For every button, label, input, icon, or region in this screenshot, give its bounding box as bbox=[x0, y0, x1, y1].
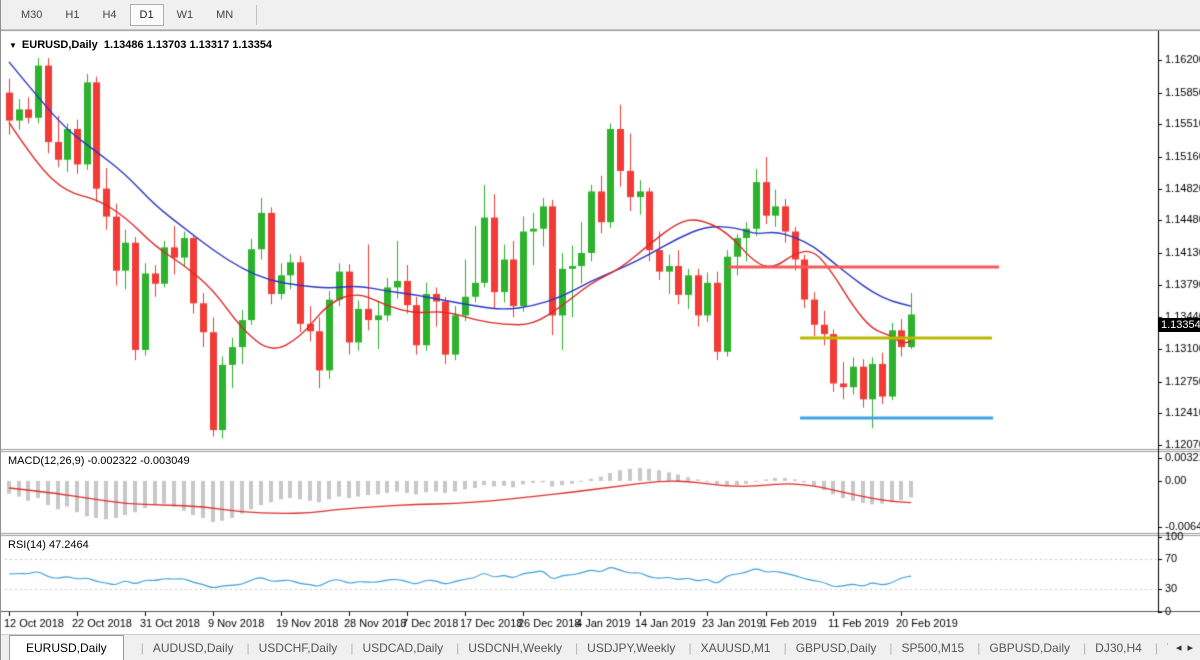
price-chart-canvas[interactable] bbox=[1, 30, 1200, 634]
chart-tab-label: SP500,M15 bbox=[902, 641, 965, 655]
chart-tab-label: USDCNH,Weekly bbox=[468, 641, 562, 655]
chart-tab[interactable]: USDJPY,Weekly bbox=[564, 637, 677, 659]
chart-tab-label: AUDUSD,Daily bbox=[153, 641, 234, 655]
chart-tab-bar: EURUSD,Daily AUDUSD,Daily USDCHF,Daily USDC… bbox=[1, 634, 1200, 660]
chart-tab[interactable]: DJ30,H4 bbox=[1072, 637, 1144, 659]
chart-tabs: EURUSD,Daily AUDUSD,Daily USDCHF,Daily USDC… bbox=[9, 635, 1168, 660]
chart-tab[interactable]: GBPUSD,Daily bbox=[966, 637, 1072, 659]
timeframe-button[interactable]: M30 bbox=[11, 4, 52, 26]
chart-tab-label: USDCAD,Daily bbox=[362, 641, 443, 655]
chart-tab[interactable]: XAUUSD,M1 bbox=[677, 637, 772, 659]
toolbar-separator bbox=[256, 5, 257, 25]
chart-tab[interactable]: USDCNH,Weekly bbox=[445, 637, 564, 659]
tab-scroll-right-icon[interactable]: ▸ bbox=[1187, 641, 1193, 654]
chart-tab-label: GBPUSD,Daily bbox=[989, 641, 1070, 655]
timeframe-button[interactable]: MN bbox=[206, 4, 243, 26]
chart-tab[interactable]: AUDUSD,Daily bbox=[130, 637, 236, 659]
timeframe-button[interactable]: D1 bbox=[130, 4, 164, 26]
chart-tab-label: USDCHF,Daily bbox=[259, 641, 338, 655]
timeframe-button[interactable]: H1 bbox=[55, 4, 89, 26]
chart-tab[interactable]: TECH10 bbox=[1144, 637, 1168, 659]
timeframe-button[interactable]: W1 bbox=[167, 4, 204, 26]
chart-area: ▼EURUSD,Daily 1.13486 1.13703 1.13317 1.… bbox=[1, 30, 1200, 634]
chart-tab-label: USDJPY,Weekly bbox=[587, 641, 675, 655]
current-price-tag: 1.13354 bbox=[1158, 318, 1200, 332]
chart-tab[interactable]: EURUSD,Daily bbox=[9, 635, 124, 660]
chart-tab-label: DJ30,H4 bbox=[1095, 641, 1142, 655]
chart-tab-label: GBPUSD,Daily bbox=[796, 641, 877, 655]
mt4-chart-window: M30H1H4D1W1MN ▼EURUSD,Daily 1.13486 1.13… bbox=[0, 0, 1200, 660]
chart-tab[interactable]: SP500,M15 bbox=[878, 637, 966, 659]
tab-scroll-arrows: ◂ ▸ bbox=[1168, 635, 1200, 660]
timeframe-button[interactable]: H4 bbox=[92, 4, 126, 26]
timeframe-buttons: M30H1H4D1W1MN bbox=[11, 4, 246, 26]
chart-tab-label: XAUUSD,M1 bbox=[701, 641, 771, 655]
chart-tab[interactable]: GBPUSD,Daily bbox=[773, 637, 879, 659]
chart-tab[interactable]: USDCHF,Daily bbox=[236, 637, 340, 659]
chart-tab[interactable]: USDCAD,Daily bbox=[339, 637, 445, 659]
chart-tab-label: EURUSD,Daily bbox=[26, 641, 107, 655]
timeframe-toolbar: M30H1H4D1W1MN bbox=[1, 0, 1200, 30]
tab-scroll-left-icon[interactable]: ◂ bbox=[1176, 641, 1182, 654]
